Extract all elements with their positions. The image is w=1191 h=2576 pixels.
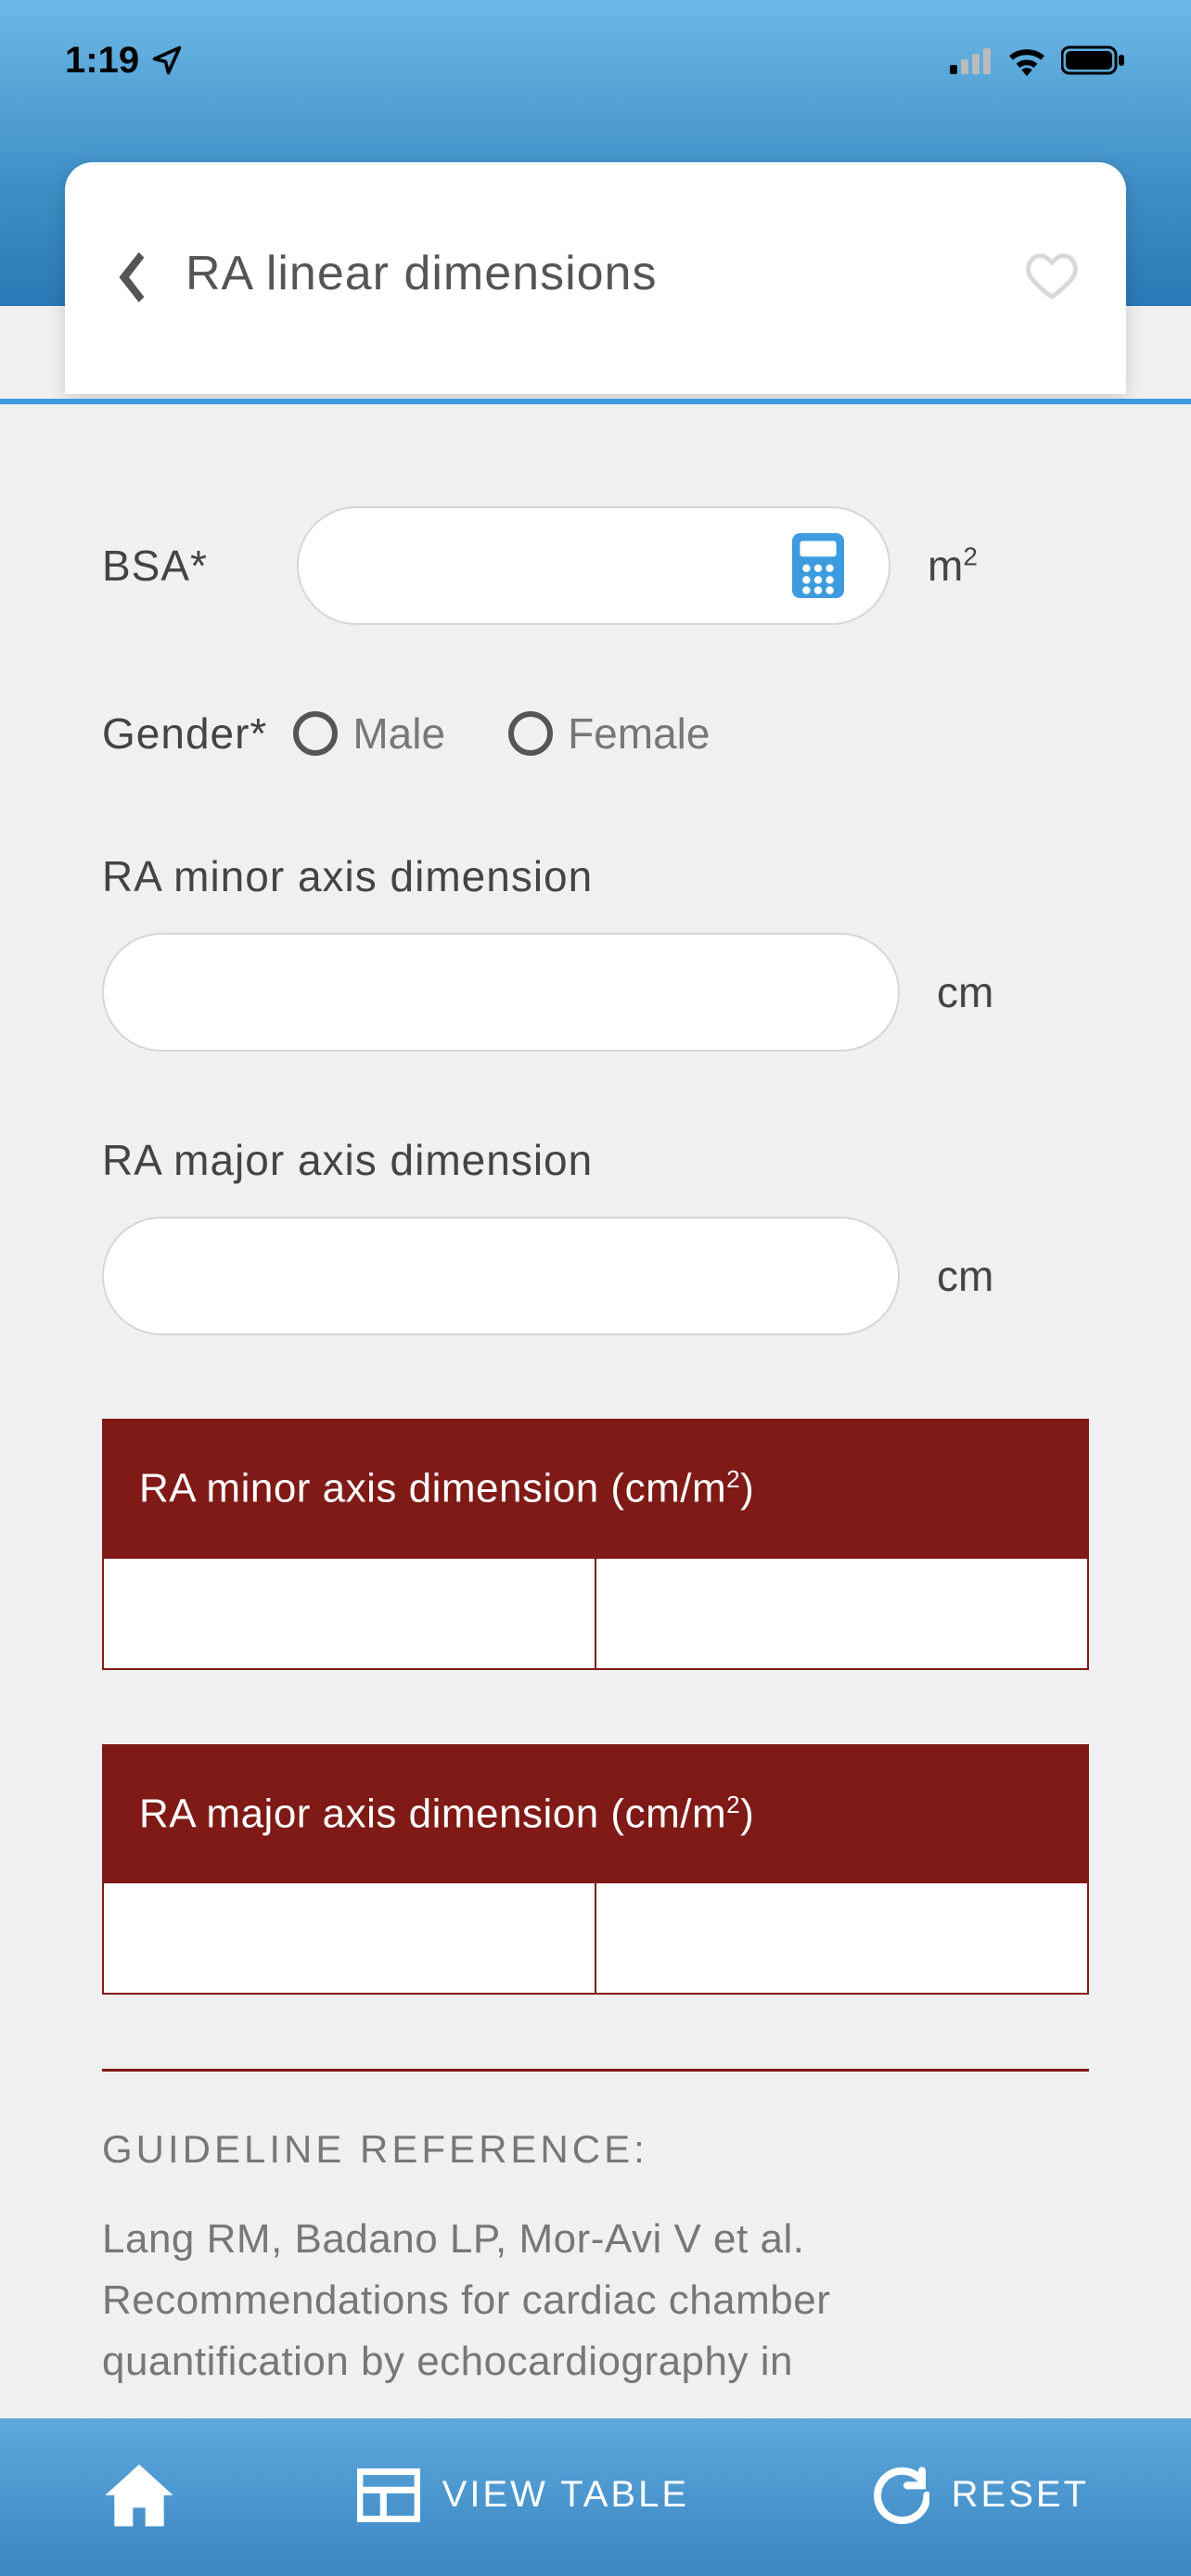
page-title: RA linear dimensions (186, 246, 1024, 301)
reset-button[interactable]: RESET (870, 2466, 1089, 2525)
home-button[interactable] (102, 2461, 176, 2530)
gender-male-label: Male (352, 708, 445, 759)
result-minor-header: RA minor axis dimension (cm/m2) (102, 1419, 1089, 1559)
ra-major-input[interactable] (102, 1217, 900, 1335)
table-icon (357, 2468, 420, 2522)
header-card: RA linear dimensions (65, 162, 1126, 394)
result-minor-block: RA minor axis dimension (cm/m2) (102, 1419, 1089, 1670)
guideline-heading: GUIDELINE REFERENCE: (102, 2127, 1089, 2172)
form-body: BSA* m2 Gender* Male Female R (0, 404, 1191, 2418)
divider (102, 2069, 1089, 2072)
status-time: 1:19 (65, 40, 139, 82)
bsa-label: BSA* (102, 541, 260, 591)
result-minor-cell-1 (104, 1559, 596, 1668)
ra-minor-unit: cm (937, 967, 993, 1017)
favorite-icon[interactable] (1024, 251, 1080, 307)
ra-major-label: RA major axis dimension (102, 1135, 1089, 1185)
result-major-header: RA major axis dimension (cm/m2) (102, 1744, 1089, 1884)
reset-icon (870, 2466, 929, 2525)
calculator-icon[interactable] (792, 533, 844, 598)
gender-male-radio[interactable]: Male (293, 708, 445, 759)
wifi-icon (1005, 45, 1048, 76)
reset-label: RESET (952, 2474, 1089, 2516)
bsa-unit: m2 (928, 541, 978, 591)
bottom-bar: VIEW TABLE RESET (0, 2418, 1191, 2576)
result-major-cell-2 (596, 1883, 1087, 1993)
ra-minor-input[interactable] (102, 933, 900, 1052)
view-table-label: VIEW TABLE (442, 2474, 689, 2516)
gender-female-label: Female (568, 708, 710, 759)
radio-icon (293, 711, 338, 756)
location-icon (150, 44, 184, 77)
status-bar: 1:19 (0, 0, 1191, 121)
battery-icon (1061, 45, 1126, 76)
radio-icon (508, 711, 553, 756)
ra-major-unit: cm (937, 1251, 993, 1301)
result-major-block: RA major axis dimension (cm/m2) (102, 1744, 1089, 1996)
gender-label: Gender* (102, 708, 267, 759)
back-icon[interactable] (111, 249, 148, 305)
result-minor-cell-2 (596, 1559, 1087, 1668)
gender-female-radio[interactable]: Female (508, 708, 710, 759)
cellular-icon (950, 46, 992, 74)
ra-minor-label: RA minor axis dimension (102, 851, 1089, 901)
result-major-cell-1 (104, 1883, 596, 1993)
guideline-text: Lang RM, Badano LP, Mor-Avi V et al. Rec… (102, 2209, 1089, 2392)
view-table-button[interactable]: VIEW TABLE (357, 2468, 689, 2522)
